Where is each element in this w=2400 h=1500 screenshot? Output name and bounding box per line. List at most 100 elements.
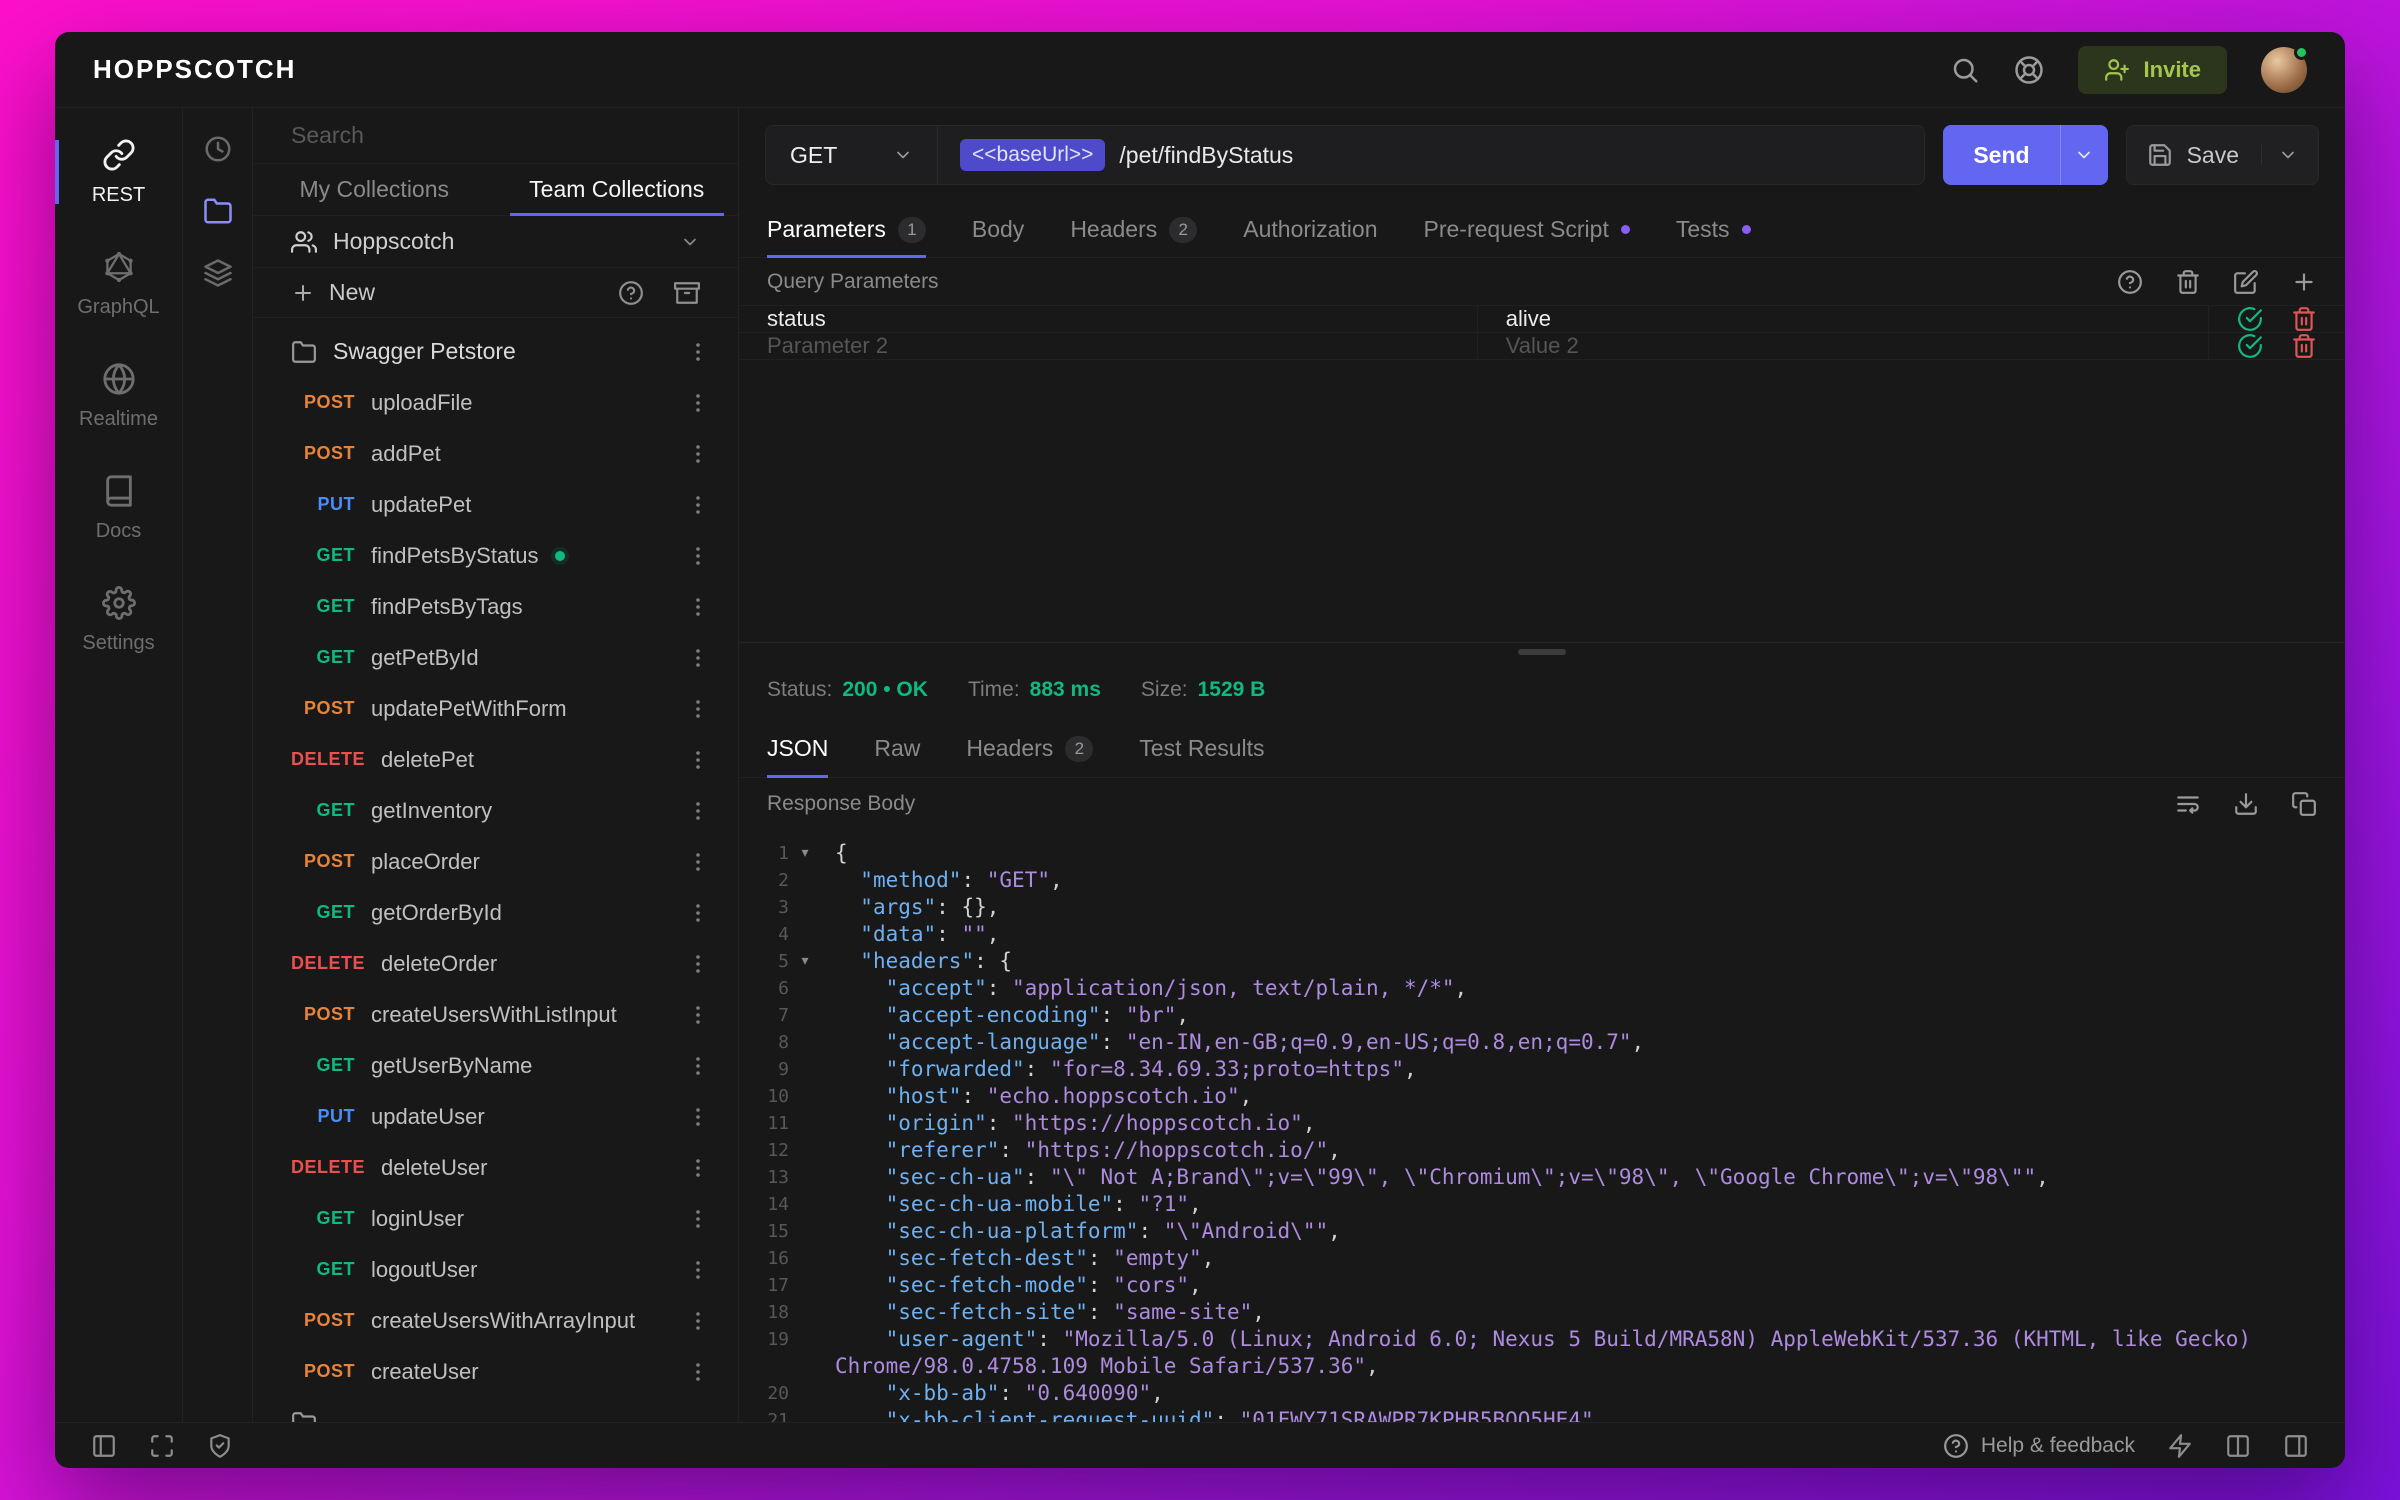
options-menu-icon[interactable] <box>686 1258 710 1282</box>
collections-search-input[interactable]: Search <box>253 108 738 164</box>
toggle-param-icon[interactable] <box>2237 333 2263 359</box>
options-menu-icon[interactable] <box>686 646 710 670</box>
options-menu-icon[interactable] <box>686 493 710 517</box>
delete-all-params-icon[interactable] <box>2175 269 2201 295</box>
options-menu-icon[interactable] <box>686 1309 710 1333</box>
tab-parameters[interactable]: Parameters 1 <box>767 202 926 258</box>
options-menu-icon[interactable] <box>686 1105 710 1129</box>
options-menu-icon[interactable] <box>686 595 710 619</box>
request-deletePet[interactable]: DELETE deletePet <box>253 734 738 785</box>
options-menu-icon[interactable] <box>686 697 710 721</box>
copy-icon[interactable] <box>2291 791 2317 817</box>
request-placeOrder[interactable]: POST placeOrder <box>253 836 738 887</box>
bulk-edit-icon[interactable] <box>2233 269 2259 295</box>
avatar[interactable] <box>2261 44 2309 93</box>
nav-item-rest[interactable]: REST <box>55 116 182 228</box>
send-button[interactable]: Send <box>1943 125 2108 185</box>
expand-icon[interactable] <box>149 1433 175 1459</box>
options-menu-icon[interactable] <box>686 850 710 874</box>
download-icon[interactable] <box>2233 791 2259 817</box>
toggle-sidebar-icon[interactable] <box>91 1433 117 1459</box>
options-menu-icon[interactable] <box>686 1156 710 1180</box>
request-findPetsByTags[interactable]: GET findPetsByTags <box>253 581 738 632</box>
request-getUserByName[interactable]: GET getUserByName <box>253 1040 738 1091</box>
pane-resize-handle[interactable] <box>739 642 2345 660</box>
add-param-icon[interactable] <box>2291 269 2317 295</box>
shortcuts-icon[interactable] <box>2167 1433 2193 1459</box>
tab-authorization[interactable]: Authorization <box>1243 202 1377 257</box>
delete-param-icon[interactable] <box>2291 333 2317 359</box>
param-value-input[interactable]: alive <box>1478 306 2209 332</box>
support-icon[interactable] <box>2014 55 2044 85</box>
save-button[interactable]: Save <box>2125 125 2319 185</box>
wrap-lines-icon[interactable] <box>2175 791 2201 817</box>
param-key-input[interactable]: Parameter 2 <box>739 333 1478 359</box>
help-feedback-button[interactable]: Help & feedback <box>1943 1433 2135 1459</box>
subnav-collections[interactable] <box>183 180 252 242</box>
nav-item-docs[interactable]: Docs <box>55 452 182 564</box>
request-createUser[interactable]: POST createUser <box>253 1346 738 1397</box>
invite-button[interactable]: Invite <box>2077 45 2227 94</box>
request-addPet[interactable]: POST addPet <box>253 428 738 479</box>
help-icon[interactable] <box>618 280 644 306</box>
request-uploadFile[interactable]: POST uploadFile <box>253 377 738 428</box>
options-menu-icon[interactable] <box>686 391 710 415</box>
options-menu-icon[interactable] <box>686 544 710 568</box>
tab-raw[interactable]: Raw <box>874 720 920 777</box>
save-options-button[interactable] <box>2261 145 2298 165</box>
request-getOrderById[interactable]: GET getOrderById <box>253 887 738 938</box>
collection-folder-clipped[interactable] <box>253 1397 738 1422</box>
options-menu-icon[interactable] <box>686 952 710 976</box>
options-menu-icon[interactable] <box>686 1003 710 1027</box>
request-logoutUser[interactable]: GET logoutUser <box>253 1244 738 1295</box>
subnav-environments[interactable] <box>183 242 252 304</box>
param-key-input[interactable]: status <box>739 306 1478 332</box>
tab-headers[interactable]: Headers 2 <box>966 720 1094 777</box>
url-input[interactable]: <<baseUrl>> /pet/findByStatus <box>938 126 1924 184</box>
tab-json[interactable]: JSON <box>767 720 829 778</box>
nav-item-realtime[interactable]: Realtime <box>55 340 182 452</box>
request-createUsersWithArrayInput[interactable]: POST createUsersWithArrayInput <box>253 1295 738 1346</box>
request-getInventory[interactable]: GET getInventory <box>253 785 738 836</box>
request-updatePetWithForm[interactable]: POST updatePetWithForm <box>253 683 738 734</box>
fold-arrow-icon[interactable]: ▾ <box>789 948 821 975</box>
options-menu-icon[interactable] <box>686 1054 710 1078</box>
options-menu-icon[interactable] <box>686 442 710 466</box>
tab-tests[interactable]: Tests <box>1676 202 1751 257</box>
new-collection-button[interactable]: New <box>291 279 375 306</box>
tab-my-collections[interactable]: My Collections <box>253 164 496 215</box>
request-deleteOrder[interactable]: DELETE deleteOrder <box>253 938 738 989</box>
search-icon[interactable] <box>1950 55 1980 85</box>
fold-arrow-icon[interactable]: ▾ <box>789 840 821 867</box>
param-value-input[interactable]: Value 2 <box>1478 333 2209 359</box>
nav-item-settings[interactable]: Settings <box>55 564 182 676</box>
request-createUsersWithListInput[interactable]: POST createUsersWithListInput <box>253 989 738 1040</box>
shield-check-icon[interactable] <box>207 1433 233 1459</box>
request-updateUser[interactable]: PUT updateUser <box>253 1091 738 1142</box>
tab-test-results[interactable]: Test Results <box>1139 720 1264 777</box>
tab-body[interactable]: Body <box>972 202 1024 257</box>
team-selector[interactable]: Hoppscotch <box>253 216 738 268</box>
request-updatePet[interactable]: PUT updatePet <box>253 479 738 530</box>
import-export-icon[interactable] <box>674 280 700 306</box>
tab-headers[interactable]: Headers 2 <box>1070 202 1198 257</box>
help-icon[interactable] <box>2117 269 2143 295</box>
method-select[interactable]: GET <box>766 126 938 184</box>
options-menu-icon[interactable] <box>686 901 710 925</box>
options-menu-icon[interactable] <box>686 340 710 364</box>
options-menu-icon[interactable] <box>686 1207 710 1231</box>
request-loginUser[interactable]: GET loginUser <box>253 1193 738 1244</box>
nav-item-graphql[interactable]: GraphQL <box>55 228 182 340</box>
toggle-param-icon[interactable] <box>2237 306 2263 332</box>
toggle-right-panel-icon[interactable] <box>2283 1433 2309 1459</box>
request-getPetById[interactable]: GET getPetById <box>253 632 738 683</box>
columns-layout-icon[interactable] <box>2225 1433 2251 1459</box>
subnav-history[interactable] <box>183 118 252 180</box>
collection-folder[interactable]: Swagger Petstore <box>253 326 738 377</box>
request-findPetsByStatus[interactable]: GET findPetsByStatus <box>253 530 738 581</box>
options-menu-icon[interactable] <box>686 799 710 823</box>
delete-param-icon[interactable] <box>2291 306 2317 332</box>
send-options-button[interactable] <box>2059 125 2108 185</box>
request-deleteUser[interactable]: DELETE deleteUser <box>253 1142 738 1193</box>
options-menu-icon[interactable] <box>686 1360 710 1384</box>
